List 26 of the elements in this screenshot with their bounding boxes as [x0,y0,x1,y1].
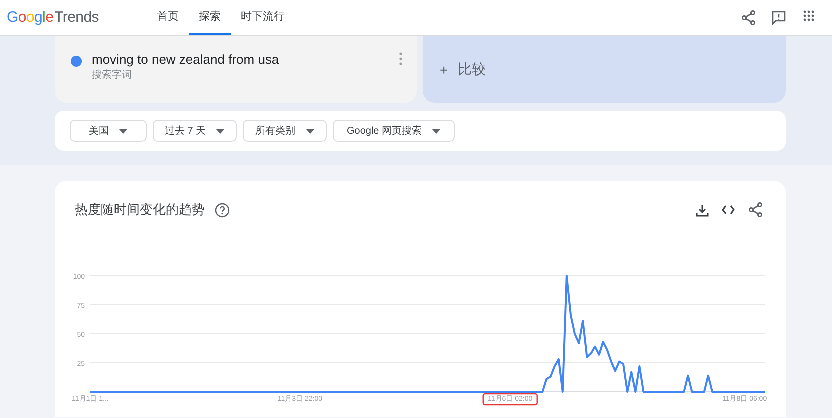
search-term: moving to new zealand from usa [92,52,280,67]
caret-icon [216,128,226,134]
highlight-box [482,393,538,406]
chart-title: 热度随时间变化的趋势 [75,201,205,219]
term-type: 搜索字词 [92,68,133,82]
filter-dropdown[interactable]: 过去 7 天 [153,120,237,142]
download-icon[interactable] [696,204,709,216]
nav-tab[interactable]: 首页 [147,0,189,35]
caret-icon [119,128,128,134]
logo-brand: Google [7,9,54,26]
plus-icon[interactable]: + [440,62,448,78]
caret-icon [432,128,442,134]
filter-dropdown[interactable]: 美国 [70,120,147,142]
share-icon[interactable] [748,202,764,218]
help-icon[interactable] [215,202,230,218]
filter-dropdown[interactable]: 所有类别 [243,120,327,142]
embed-icon[interactable] [722,205,735,215]
filter-dropdown[interactable]: Google 网页搜索 [333,120,455,142]
compare-card[interactable]: + 比较 [423,36,786,103]
compare-label[interactable]: 比较 [458,60,486,78]
share-icon[interactable] [741,10,757,26]
apps-icon[interactable] [803,10,815,22]
nav-tab[interactable]: 时下流行 [231,0,295,35]
feedback-icon[interactable] [771,10,787,26]
caret-icon [306,128,314,134]
logo-product: Trends [54,9,99,26]
